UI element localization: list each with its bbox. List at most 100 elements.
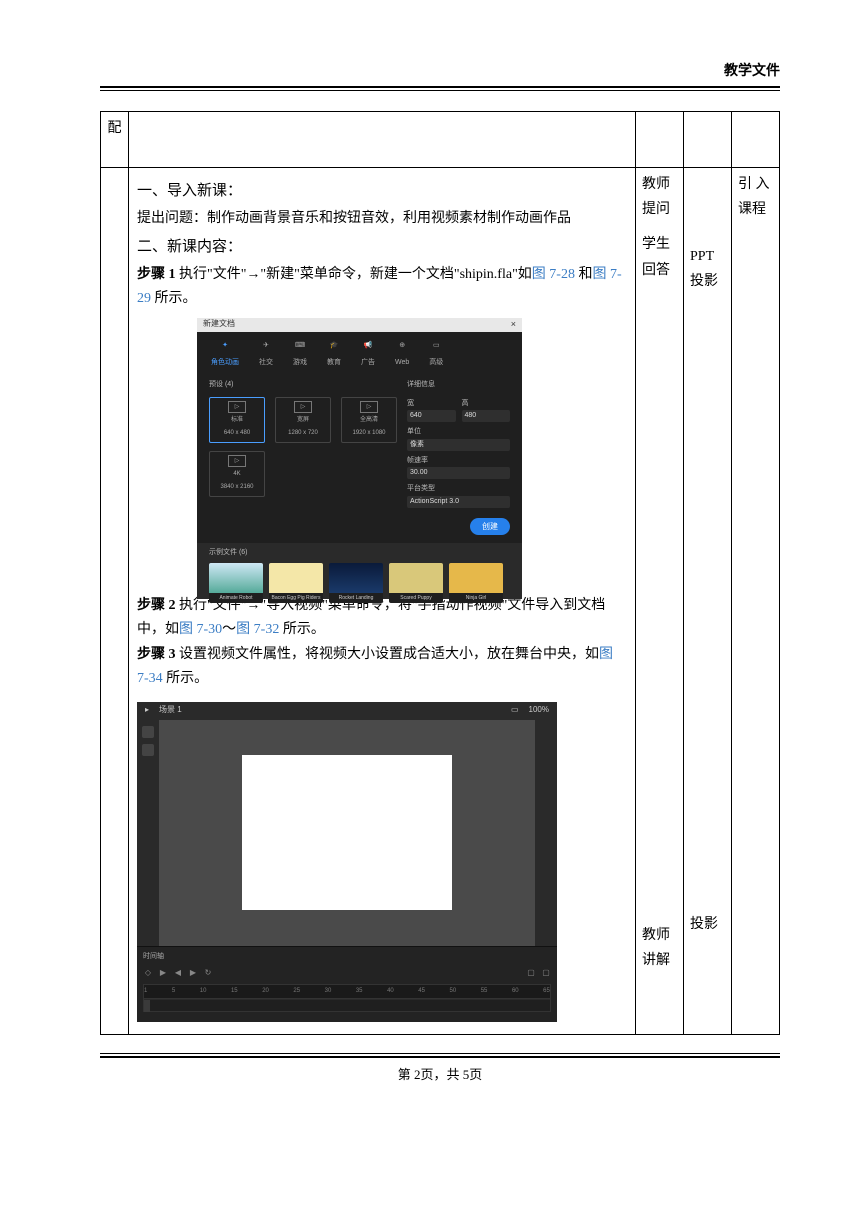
frame-fwd-icon[interactable]: ▶ [188, 966, 198, 980]
preset-fullhd[interactable]: ▷全高清1920 x 1080 [341, 397, 397, 443]
ruler-tick: 10 [200, 986, 207, 997]
stage-area[interactable] [159, 720, 535, 946]
fig-link-7-30: 图 7-30 [179, 622, 222, 637]
samples-panel: 示例文件 (6) Animate Robot Bacon Egg Pig Rid… [197, 543, 522, 599]
student-answer: 学生 [642, 232, 677, 257]
ruler-tick: 30 [325, 986, 332, 997]
unit-select[interactable]: 像素 [407, 439, 510, 451]
folder-icon: ▭ [429, 340, 443, 354]
preset-size: 1920 x 1080 [352, 428, 385, 439]
teacher-explain: 教师 [642, 923, 677, 948]
cell [732, 112, 780, 168]
sample-thumb[interactable]: Scared Puppy [389, 563, 443, 603]
ruler-tick: 40 [387, 986, 394, 997]
fps-label: 帧速率 [407, 455, 510, 468]
zoom-value[interactable]: 100% [529, 703, 549, 717]
onion-icon[interactable]: ▢ [541, 966, 551, 980]
preset-standard[interactable]: ▷标准640 x 480 [209, 397, 265, 443]
student-answer: 回答 [642, 258, 677, 283]
height-input[interactable]: 480 [462, 410, 511, 422]
section-body-1: 提出问题：制作动画背景音乐和按钮音效，利用视频素材制作动画作品 [137, 207, 627, 232]
timeline-layer[interactable] [144, 999, 550, 1011]
sample-thumb[interactable]: Ninja Girl [449, 563, 503, 603]
screenshot-animate-stage: ▸ 场景 1 ▭ 100% [137, 702, 557, 1022]
tab-advanced[interactable]: ▭ 高级 [429, 340, 443, 370]
activity-cell: 教师 提问 学生 回答 教师 讲解 [636, 168, 684, 1035]
ruler-tick: 1 [144, 986, 147, 997]
tab-label: 角色动画 [211, 357, 239, 370]
sample-name: Bacon Egg Pig Riders [269, 593, 323, 603]
sample-name: Animate Robot [209, 593, 263, 603]
ruler-tick: 65 [543, 986, 550, 997]
row-label: 配 [101, 112, 129, 168]
unit-label: 单位 [407, 426, 510, 439]
ruler-tick: 60 [512, 986, 519, 997]
tab-web[interactable]: ⊕Web [395, 340, 409, 370]
dialog-title: 新建文档 [203, 317, 235, 331]
lesson-table: 配 一、导入新课： 提出问题：制作动画背景音乐和按钮音效，利用视频素材制作动画作… [100, 111, 780, 1035]
projector-label: 投影 [690, 269, 725, 294]
paper-plane-icon: ✈ [259, 340, 273, 354]
tab-label: 社交 [259, 357, 273, 370]
teacher-ask: 教师 [642, 172, 677, 197]
media-cell: PPT 投影 投影 [684, 168, 732, 1035]
preset-name: 全高清 [360, 415, 378, 426]
main-content-cell: 一、导入新课： 提出问题：制作动画背景音乐和按钮音效，利用视频素材制作动画作品 … [129, 168, 636, 1035]
character-icon: ✦ [218, 340, 232, 354]
tab-ads[interactable]: 📢广告 [361, 340, 375, 370]
step3-text-b: 所示。 [163, 671, 209, 686]
close-icon[interactable]: × [511, 316, 516, 332]
play-icon[interactable]: ▶ [158, 966, 168, 980]
loop-icon[interactable]: ↻ [203, 966, 213, 980]
tab-social[interactable]: ✈ 社交 [259, 340, 273, 370]
header-label: 教学文件 [100, 60, 780, 86]
fig-link-7-32: 图 7-32 [236, 622, 279, 637]
globe-icon: ⊕ [395, 340, 409, 354]
graduation-icon: 🎓 [327, 340, 341, 354]
preset-size: 1280 x 720 [288, 428, 318, 439]
preset-size: 3840 x 2160 [220, 482, 253, 493]
step1-text-a: 执行"文件"→"新建"菜单命令，新建一个文档"shipin.fla"如 [176, 267, 532, 282]
frame-back-icon[interactable]: ◀ [173, 966, 183, 980]
tab-game[interactable]: ⌨游戏 [293, 340, 307, 370]
width-input[interactable]: 640 [407, 410, 456, 422]
preset-name: 标准 [231, 415, 243, 426]
section-title-2: 二、新课内容： [137, 234, 627, 261]
tool-icon[interactable] [142, 726, 154, 738]
ppt-label: PPT [690, 244, 725, 269]
onion-icon[interactable]: ▢ [526, 966, 536, 980]
step1-text-b: 所示。 [151, 291, 197, 306]
megaphone-icon: 📢 [361, 340, 375, 354]
scene-label: 场景 1 [159, 703, 182, 717]
step3-label: 步骤 3 [137, 647, 176, 662]
tab-label: 游戏 [293, 357, 307, 370]
step2-label: 步骤 2 [137, 598, 176, 613]
tab-character-anim[interactable]: ✦ 角色动画 [211, 340, 239, 370]
keyframe-icon[interactable]: ◇ [143, 966, 153, 980]
sample-thumb[interactable]: Bacon Egg Pig Riders [269, 563, 323, 603]
step3-text-a: 设置视频文件属性，将视频大小设置成合适大小，放在舞台中央，如 [176, 647, 600, 662]
timeline-track[interactable]: 1 5 10 15 20 25 30 35 40 45 [143, 984, 551, 1012]
category-tabs: ✦ 角色动画 ✈ 社交 ⌨游戏 🎓教育 📢广告 ⊕Web ▭ 高级 [197, 332, 522, 376]
projector-label: 投影 [690, 912, 725, 937]
home-icon[interactable]: ▸ [145, 703, 149, 717]
sample-thumb[interactable]: Animate Robot [209, 563, 263, 603]
tab-education[interactable]: 🎓教育 [327, 340, 341, 370]
timeline-ruler: 1 5 10 15 20 25 30 35 40 45 [144, 985, 550, 999]
preset-widescreen[interactable]: ▷宽屏1280 x 720 [275, 397, 331, 443]
sample-thumb[interactable]: Rocket Landing [329, 563, 383, 603]
ruler-tick: 55 [481, 986, 488, 997]
table-row: 配 [101, 112, 780, 168]
tab-label: 高级 [429, 357, 443, 370]
tool-icon[interactable] [142, 744, 154, 756]
fps-input[interactable]: 30.00 [407, 467, 510, 479]
preset-size: 640 x 480 [224, 428, 250, 439]
presets-label: 预设 (4) [209, 379, 397, 392]
fit-icon[interactable]: ▭ [511, 703, 519, 717]
ruler-tick: 45 [418, 986, 425, 997]
table-row: 一、导入新课： 提出问题：制作动画背景音乐和按钮音效，利用视频素材制作动画作品 … [101, 168, 780, 1035]
preset-4k[interactable]: ▷4K3840 x 2160 [209, 451, 265, 497]
create-button[interactable]: 创建 [470, 518, 510, 535]
stage-topbar: ▸ 场景 1 ▭ 100% [137, 702, 557, 720]
platform-select[interactable]: ActionScript 3.0 [407, 496, 510, 508]
